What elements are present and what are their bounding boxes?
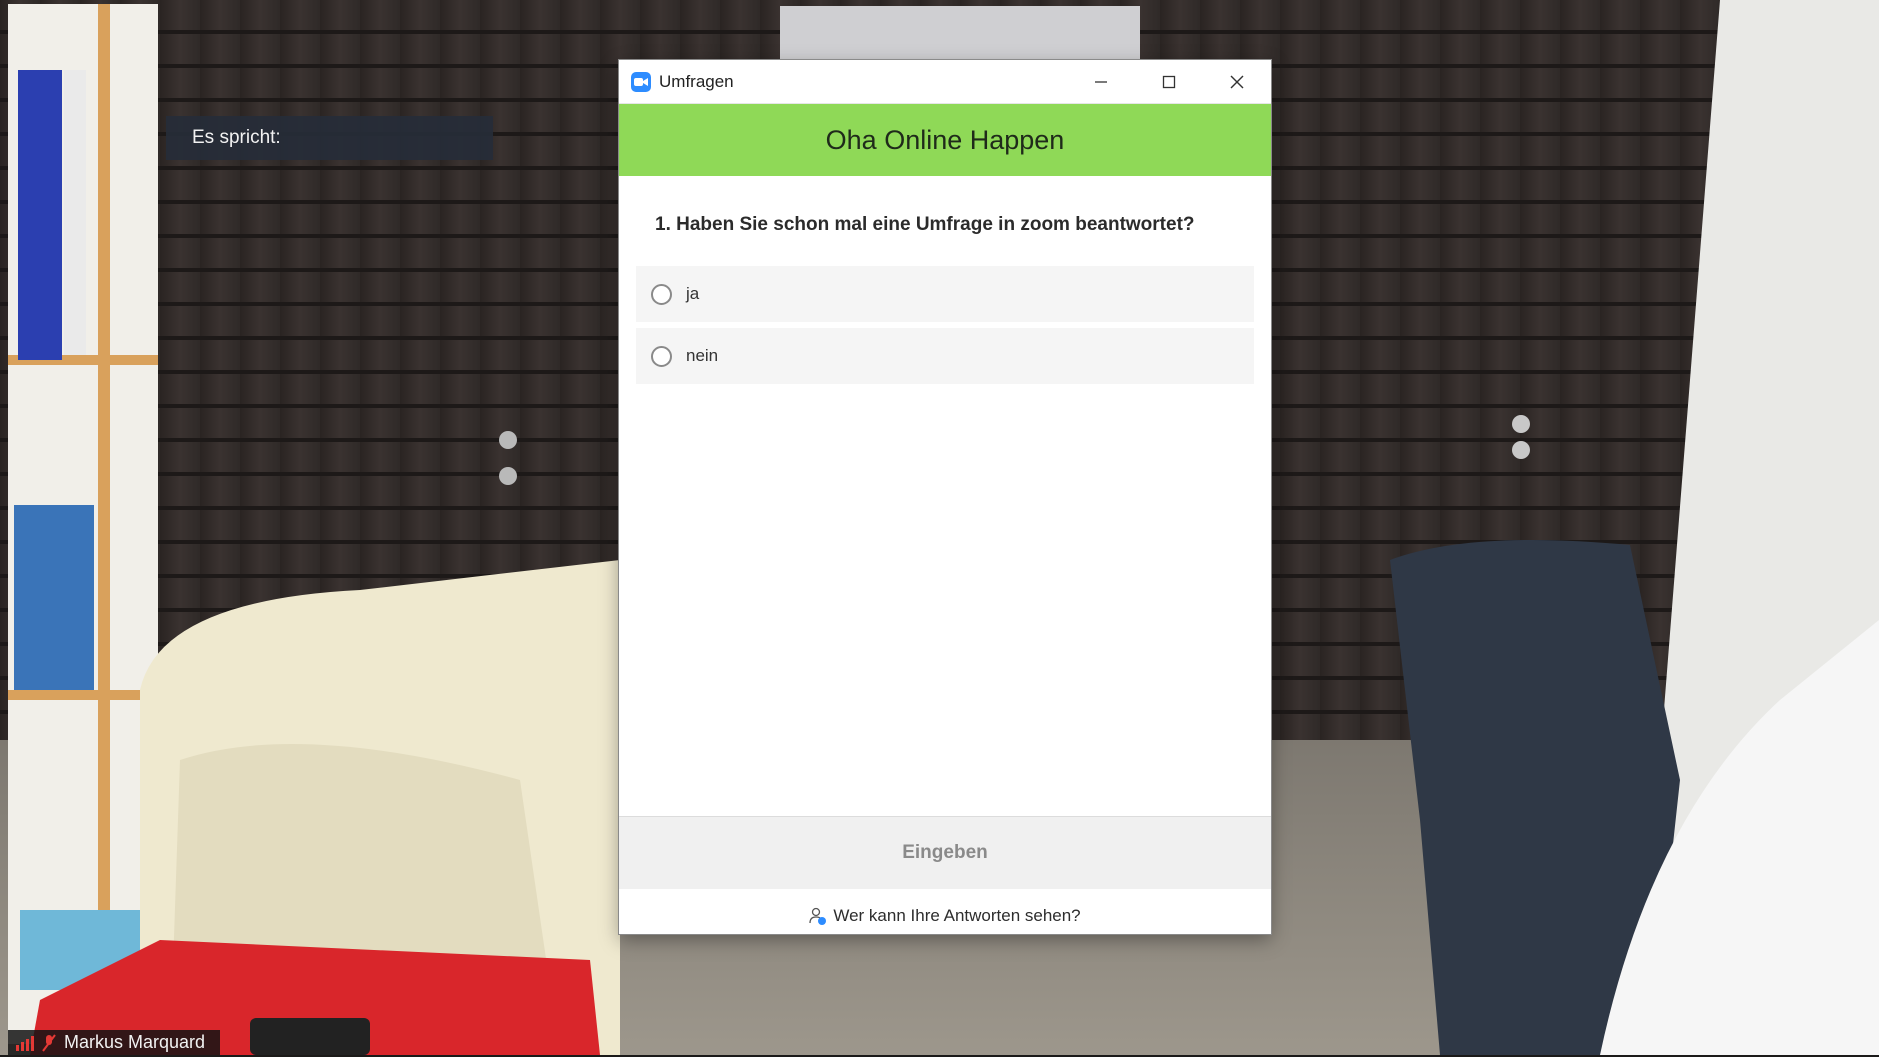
maximize-button[interactable] [1135,60,1203,103]
window-titlebar[interactable]: Umfragen [619,60,1271,104]
active-speaker-label: Es spricht: [166,116,493,160]
submit-button[interactable]: Eingeben [619,816,1271,889]
poll-option-ja[interactable]: ja [636,266,1254,322]
answer-visibility-text: Wer kann Ihre Antworten sehen? [833,906,1081,925]
poll-window: Umfragen Oha Online Happen 1. Haben Sie … [619,60,1271,934]
participant-name: Markus Marquard [64,1032,206,1052]
maximize-icon [1162,75,1176,88]
radio-button[interactable] [651,345,672,367]
minimize-button[interactable] [1067,60,1135,103]
speaker-label-text: Es spricht: [192,127,281,148]
poll-option-label: nein [686,346,719,365]
mic-muted-icon [42,1033,56,1052]
close-button[interactable] [1203,60,1271,103]
poll-option-nein[interactable]: nein [636,328,1254,384]
answer-visibility-link[interactable]: Wer kann Ihre Antworten sehen? [619,898,1271,934]
submit-button-label: Eingeben [902,842,988,863]
close-icon [1230,75,1244,88]
minimize-icon [1095,80,1107,83]
participant-name-tag: Markus Marquard [8,1030,220,1055]
person-info-icon [809,907,827,925]
poll-title: Oha Online Happen [825,124,1065,155]
window-controls [1067,60,1271,103]
poll-option-label: ja [686,284,700,303]
radio-button[interactable] [651,283,672,305]
poll-body: 1. Haben Sie schon mal eine Umfrage in z… [619,176,1271,384]
window-title: Umfragen [659,71,734,91]
signal-bars-icon [16,1035,34,1051]
zoom-video-icon [631,71,651,92]
poll-question: 1. Haben Sie schon mal eine Umfrage in z… [655,214,1195,235]
poll-header: Oha Online Happen [619,104,1271,176]
